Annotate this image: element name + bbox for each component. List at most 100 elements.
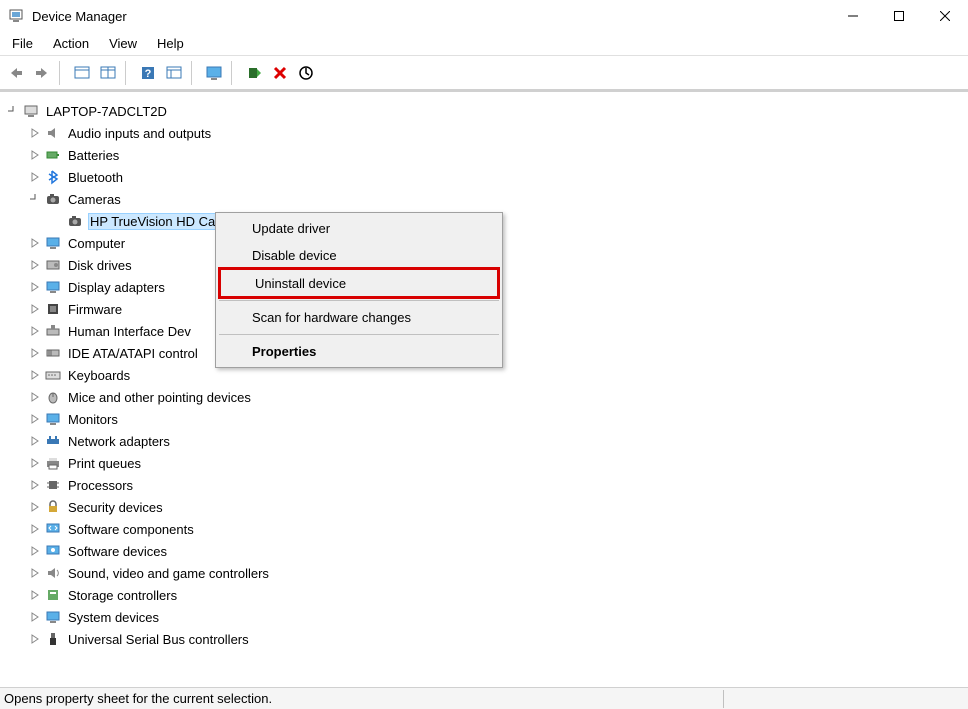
expand-icon[interactable] — [28, 280, 42, 294]
help-button[interactable]: ? — [136, 61, 160, 85]
status-bar: Opens property sheet for the current sel… — [0, 687, 968, 709]
expand-icon[interactable] — [28, 302, 42, 316]
expand-icon[interactable] — [28, 258, 42, 272]
tree-node-processors[interactable]: Processors — [28, 474, 962, 496]
tree-node-storage[interactable]: Storage controllers — [28, 584, 962, 606]
expand-icon[interactable] — [28, 126, 42, 140]
tree-node-swdev[interactable]: Software devices — [28, 540, 962, 562]
tree-node-camera-hp[interactable]: HP TrueVision HD Camera — [50, 210, 962, 232]
computer-icon — [22, 102, 40, 120]
expand-icon[interactable] — [28, 544, 42, 558]
tree-node-bluetooth[interactable]: Bluetooth — [28, 166, 962, 188]
bluetooth-icon — [44, 168, 62, 186]
window-controls — [830, 0, 968, 32]
root-label: LAPTOP-7ADCLT2D — [44, 103, 169, 120]
forward-button[interactable] — [30, 61, 54, 85]
firmware-icon — [44, 300, 62, 318]
tree-node-network[interactable]: Network adapters — [28, 430, 962, 452]
context-properties[interactable]: Properties — [218, 338, 500, 365]
expand-icon[interactable] — [28, 346, 42, 360]
expand-icon[interactable] — [28, 456, 42, 470]
context-uninstall-device[interactable]: Uninstall device — [221, 270, 497, 296]
expand-icon[interactable] — [28, 236, 42, 250]
monitor-button[interactable] — [202, 61, 226, 85]
expand-icon[interactable] — [28, 170, 42, 184]
lock-icon — [44, 498, 62, 516]
toolbar-separator — [125, 61, 131, 85]
expand-icon[interactable] — [28, 324, 42, 338]
properties-button[interactable] — [96, 61, 120, 85]
computer-icon — [44, 234, 62, 252]
minimize-button[interactable] — [830, 0, 876, 32]
speaker-icon — [44, 124, 62, 142]
tree-node-sound[interactable]: Sound, video and game controllers — [28, 562, 962, 584]
close-button[interactable] — [922, 0, 968, 32]
app-icon — [8, 8, 24, 24]
menu-view[interactable]: View — [101, 34, 145, 53]
context-menu: Update driver Disable device Uninstall d… — [215, 212, 503, 368]
expand-icon[interactable] — [6, 104, 20, 118]
speaker-icon — [44, 564, 62, 582]
maximize-button[interactable] — [876, 0, 922, 32]
expand-icon[interactable] — [28, 588, 42, 602]
back-button[interactable] — [4, 61, 28, 85]
tree-node-security[interactable]: Security devices — [28, 496, 962, 518]
expand-icon[interactable] — [28, 610, 42, 624]
tree-node-system[interactable]: System devices — [28, 606, 962, 628]
expand-icon[interactable] — [28, 390, 42, 404]
tree-node-monitors[interactable]: Monitors — [28, 408, 962, 430]
window-title: Device Manager — [32, 9, 830, 24]
system-icon — [44, 608, 62, 626]
toolbar-separator — [191, 61, 197, 85]
expand-icon[interactable] — [28, 148, 42, 162]
menu-help[interactable]: Help — [149, 34, 192, 53]
tree-node-usb[interactable]: Universal Serial Bus controllers — [28, 628, 962, 650]
camera-icon — [66, 212, 84, 230]
context-separator — [219, 300, 499, 301]
toolbar-separator — [59, 61, 65, 85]
software-icon — [44, 520, 62, 538]
expand-icon[interactable] — [28, 566, 42, 580]
context-separator — [219, 334, 499, 335]
display-icon — [44, 278, 62, 296]
cpu-icon — [44, 476, 62, 494]
keyboard-icon — [44, 366, 62, 384]
tree-node-print[interactable]: Print queues — [28, 452, 962, 474]
menu-file[interactable]: File — [4, 34, 41, 53]
menu-action[interactable]: Action — [45, 34, 97, 53]
expand-icon[interactable] — [28, 478, 42, 492]
toolbar-separator — [231, 61, 237, 85]
tree-node-batteries[interactable]: Batteries — [28, 144, 962, 166]
expand-icon[interactable] — [28, 632, 42, 646]
collapse-icon[interactable] — [28, 192, 42, 206]
device-tree[interactable]: LAPTOP-7ADCLT2D Audio inputs and outputs… — [0, 98, 968, 652]
expand-icon[interactable] — [28, 434, 42, 448]
mouse-icon — [44, 388, 62, 406]
scan-hardware-button[interactable] — [294, 61, 318, 85]
tree-node-mice[interactable]: Mice and other pointing devices — [28, 386, 962, 408]
export-button[interactable] — [162, 61, 186, 85]
network-icon — [44, 432, 62, 450]
battery-icon — [44, 146, 62, 164]
context-disable-device[interactable]: Disable device — [218, 242, 500, 269]
menu-bar: File Action View Help — [0, 32, 968, 56]
device-tree-area: LAPTOP-7ADCLT2D Audio inputs and outputs… — [0, 90, 968, 687]
uninstall-button[interactable] — [268, 61, 292, 85]
show-hide-console-button[interactable] — [70, 61, 94, 85]
tree-node-swcomp[interactable]: Software components — [28, 518, 962, 540]
context-update-driver[interactable]: Update driver — [218, 215, 500, 242]
ide-icon — [44, 344, 62, 362]
tree-node-audio[interactable]: Audio inputs and outputs — [28, 122, 962, 144]
update-driver-button[interactable] — [242, 61, 266, 85]
storage-icon — [44, 586, 62, 604]
tree-root-node[interactable]: LAPTOP-7ADCLT2D — [6, 100, 962, 122]
tree-node-cameras[interactable]: Cameras — [28, 188, 962, 210]
context-scan-hardware[interactable]: Scan for hardware changes — [218, 304, 500, 331]
expand-icon[interactable] — [28, 368, 42, 382]
expand-icon[interactable] — [28, 522, 42, 536]
highlighted-option: Uninstall device — [218, 267, 500, 299]
expand-icon[interactable] — [28, 412, 42, 426]
monitor-icon — [44, 410, 62, 428]
camera-icon — [44, 190, 62, 208]
expand-icon[interactable] — [28, 500, 42, 514]
